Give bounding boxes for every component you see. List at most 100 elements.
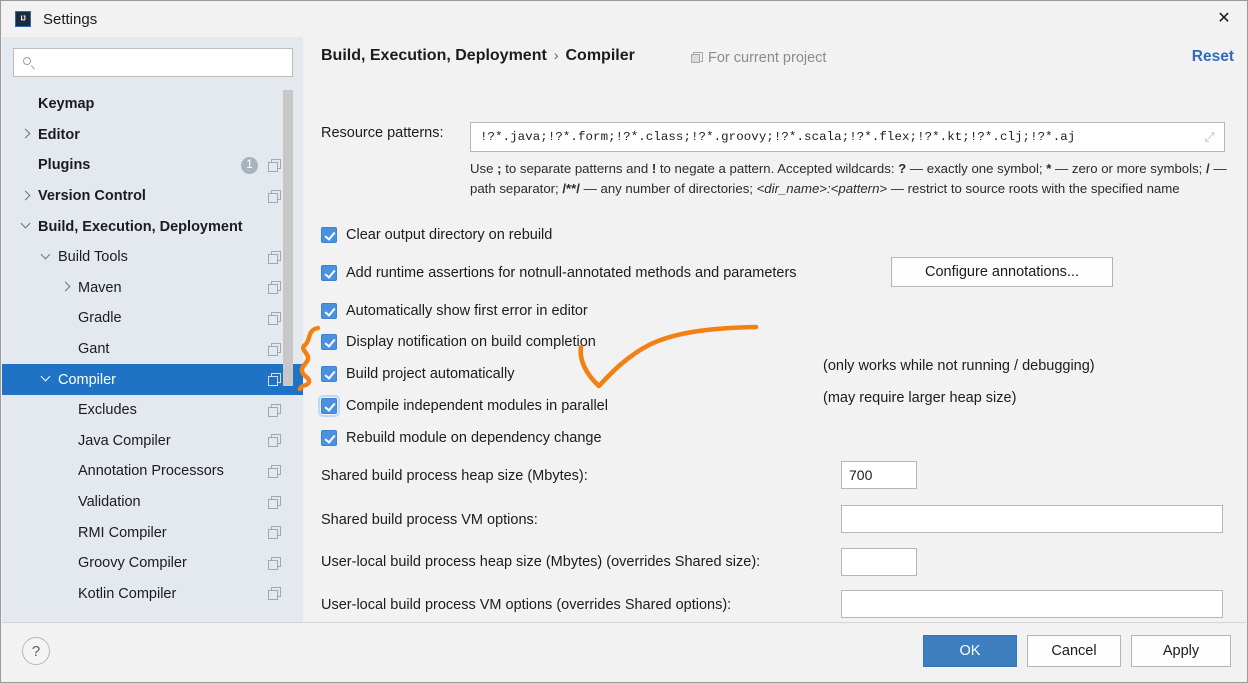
apply-button[interactable]: Apply <box>1131 635 1231 667</box>
checkbox-clear-output-directory-on-rebuild[interactable] <box>321 227 337 243</box>
checkbox-row-rebuild-module-on-dependency-change[interactable]: Rebuild module on dependency change <box>321 430 602 446</box>
resource-patterns-value: !?*.java;!?*.form;!?*.class;!?*.groovy;!… <box>480 130 1076 144</box>
chevron-right-icon[interactable] <box>60 281 73 294</box>
ok-button[interactable]: OK <box>923 635 1017 667</box>
chevron-right-icon[interactable] <box>20 190 33 203</box>
expand-icon[interactable]: ⤢ <box>1202 130 1217 145</box>
sidebar-item-label: Annotation Processors <box>78 463 224 480</box>
help-seg: — zero or more symbols; <box>1051 161 1206 176</box>
sidebar-item-label: Maven <box>78 279 122 296</box>
tree-arrow-placeholder <box>60 496 73 509</box>
checkbox-label: Display notification on build completion <box>346 334 596 350</box>
breadcrumb-leaf: Compiler <box>565 47 635 64</box>
checkbox-automatically-show-first-error-in-editor[interactable] <box>321 303 337 319</box>
sidebar-item-build-execution-deployment[interactable]: Build, Execution, Deployment <box>2 211 303 242</box>
sidebar-item-label: Groovy Compiler <box>78 555 187 572</box>
chevron-down-icon[interactable] <box>40 373 53 386</box>
sidebar-item-validation[interactable]: Validation <box>2 487 303 518</box>
checkbox-label: Clear output directory on rebuild <box>346 227 553 243</box>
search-box[interactable] <box>13 48 293 77</box>
configure-annotations-button[interactable]: Configure annotations... <box>891 257 1113 287</box>
for-current-project-text: For current project <box>708 50 827 66</box>
tree-arrow-placeholder <box>60 587 73 600</box>
tree-arrow-placeholder <box>20 98 33 111</box>
search-input[interactable] <box>42 54 276 71</box>
copy-settings-icon[interactable] <box>268 311 281 325</box>
sidebar-item-groovy-compiler[interactable]: Groovy Compiler <box>2 548 303 579</box>
sidebar-item-keymap[interactable]: Keymap <box>2 89 303 120</box>
field-label-user-local-build-process-heap-size-mbytes-overrides-shared-size: User-local build process heap size (Mbyt… <box>321 554 761 570</box>
checkbox-row-add-runtime-assertions-for-notnull-annotated-methods-and-parameters[interactable]: Add runtime assertions for notnull-annot… <box>321 265 797 281</box>
copy-settings-icon[interactable] <box>268 464 281 478</box>
field-input-shared-build-process-heap-size-mbytes[interactable]: 700 <box>841 461 917 489</box>
copy-settings-icon[interactable] <box>268 495 281 509</box>
checkbox-build-project-automatically[interactable] <box>321 366 337 382</box>
checkbox-rebuild-module-on-dependency-change[interactable] <box>321 430 337 446</box>
copy-settings-icon[interactable] <box>268 189 281 203</box>
breadcrumb-separator: › <box>553 47 559 63</box>
field-value: 700 <box>849 467 873 483</box>
copy-settings-icon[interactable] <box>268 250 281 264</box>
cancel-button[interactable]: Cancel <box>1027 635 1121 667</box>
tree-arrow-placeholder <box>60 465 73 478</box>
copy-settings-icon[interactable] <box>268 281 281 295</box>
copy-settings-icon[interactable] <box>268 342 281 356</box>
breadcrumb-root[interactable]: Build, Execution, Deployment <box>321 47 547 65</box>
field-input-user-local-build-process-vm-options-overrides-shared-options[interactable] <box>841 590 1223 618</box>
sidebar-item-gant[interactable]: Gant <box>2 334 303 365</box>
help-seg: to negate a pattern. Accepted wildcards: <box>656 161 899 176</box>
sidebar-item-java-compiler[interactable]: Java Compiler <box>2 426 303 457</box>
sidebar-item-kotlin-compiler[interactable]: Kotlin Compiler <box>2 579 303 610</box>
settings-sidebar: Keymap Editor Plugins 1 Version Control Build… <box>2 37 303 625</box>
sidebar-item-label: Gradle <box>78 310 122 327</box>
intellij-icon <box>15 11 31 27</box>
close-icon[interactable]: ✕ <box>1201 1 1247 35</box>
copy-settings-icon[interactable] <box>268 434 281 448</box>
sidebar-item-gradle[interactable]: Gradle <box>2 303 303 334</box>
checkbox-row-automatically-show-first-error-in-editor[interactable]: Automatically show first error in editor <box>321 303 588 319</box>
checkbox-row-display-notification-on-build-completion[interactable]: Display notification on build completion <box>321 334 596 350</box>
field-input-user-local-build-process-heap-size-mbytes-overrides-shared-size[interactable] <box>841 548 917 576</box>
checkbox-row-compile-independent-modules-in-parallel[interactable]: Compile independent modules in parallel <box>318 395 608 417</box>
sidebar-item-build-tools[interactable]: Build Tools <box>2 242 303 273</box>
copy-settings-icon[interactable] <box>268 403 281 417</box>
sidebar-item-label: Validation <box>78 494 141 511</box>
checkbox-hint: (only works while not running / debuggin… <box>823 358 1095 374</box>
sidebar-item-excludes[interactable]: Excludes <box>2 395 303 426</box>
window-title: Settings <box>43 10 98 28</box>
checkbox-display-notification-on-build-completion[interactable] <box>321 334 337 350</box>
for-current-project-label: For current project <box>691 50 826 66</box>
checkbox-add-runtime-assertions-for-notnull-annotated-methods-and-parameters[interactable] <box>321 265 337 281</box>
sidebar-item-editor[interactable]: Editor <box>2 120 303 151</box>
resource-patterns-help: Use ; to separate patterns and ! to nega… <box>470 159 1230 198</box>
sidebar-item-annotation-processors[interactable]: Annotation Processors <box>2 456 303 487</box>
project-scope-icon <box>691 52 703 64</box>
chevron-right-icon[interactable] <box>20 128 33 141</box>
copy-settings-icon[interactable] <box>268 587 281 601</box>
sidebar-scrollbar[interactable] <box>283 90 293 386</box>
sidebar-item-version-control[interactable]: Version Control <box>2 181 303 212</box>
sidebar-item-label: Gant <box>78 341 110 358</box>
tree-arrow-placeholder <box>60 312 73 325</box>
checkbox-row-clear-output-directory-on-rebuild[interactable]: Clear output directory on rebuild <box>321 227 552 243</box>
settings-main-panel: Build, Execution, Deployment › Compiler … <box>303 37 1246 625</box>
sidebar-item-compiler[interactable]: Compiler <box>2 364 303 395</box>
copy-settings-icon[interactable] <box>268 158 281 172</box>
copy-settings-icon[interactable] <box>268 526 281 540</box>
help-button[interactable]: ? <box>22 637 50 665</box>
sidebar-item-maven[interactable]: Maven <box>2 273 303 304</box>
sidebar-item-label: Editor <box>38 126 80 143</box>
resource-patterns-label: Resource patterns: <box>321 125 444 141</box>
reset-link[interactable]: Reset <box>1192 48 1234 66</box>
copy-settings-icon[interactable] <box>268 373 281 387</box>
field-input-shared-build-process-vm-options[interactable] <box>841 505 1223 533</box>
copy-settings-icon[interactable] <box>268 556 281 570</box>
checkbox-row-build-project-automatically[interactable]: Build project automatically <box>321 366 514 382</box>
sidebar-item-plugins[interactable]: Plugins 1 <box>2 150 303 181</box>
chevron-down-icon[interactable] <box>20 220 33 233</box>
checkbox-label: Rebuild module on dependency change <box>346 430 602 446</box>
checkbox-compile-independent-modules-in-parallel[interactable] <box>318 395 340 417</box>
resource-patterns-input[interactable]: !?*.java;!?*.form;!?*.class;!?*.groovy;!… <box>470 122 1225 152</box>
sidebar-item-rmi-compiler[interactable]: RMI Compiler <box>2 517 303 548</box>
chevron-down-icon[interactable] <box>40 251 53 264</box>
